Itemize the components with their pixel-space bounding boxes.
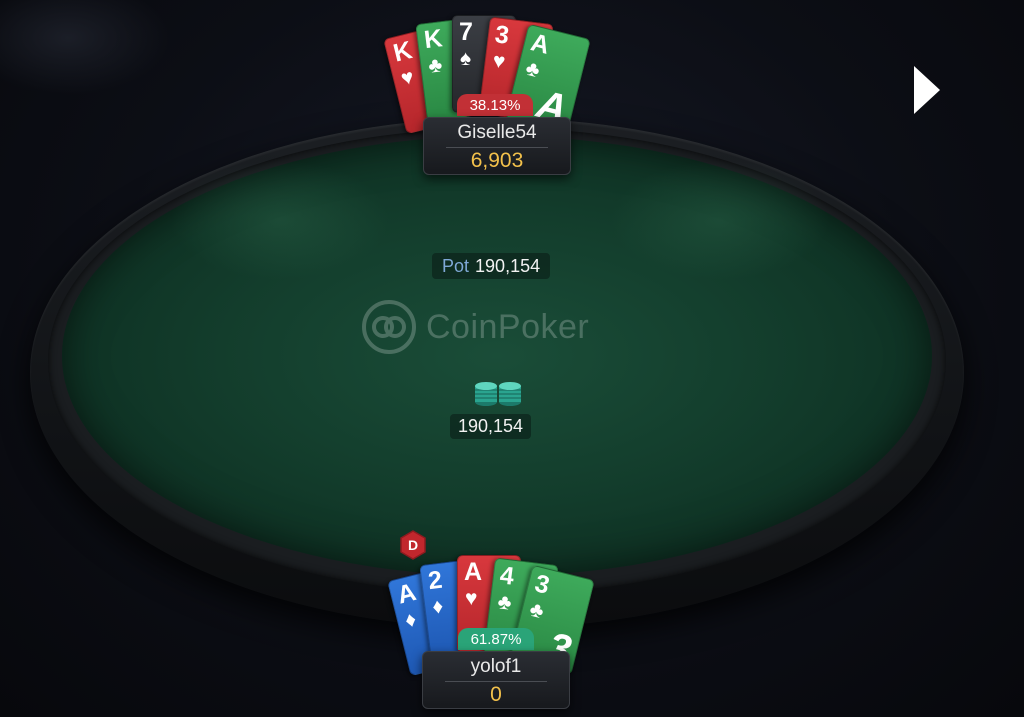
card-rank: 7 (459, 18, 473, 46)
bottom-player-nameplate[interactable]: yolof1 0 (422, 651, 570, 709)
card-suit: ♦ (402, 607, 419, 633)
card-rank: A (528, 28, 553, 60)
top-equity-badge: 38.13% (457, 94, 533, 116)
coinpoker-logo-icon (362, 300, 416, 354)
pot-label: Pot (442, 255, 470, 276)
nameplate-divider (446, 147, 548, 148)
card-suit: ♥ (465, 587, 478, 610)
card-suit: ♣ (523, 56, 543, 83)
top-player-nameplate[interactable]: Giselle54 6,903 (423, 117, 571, 175)
nameplate-divider (445, 681, 547, 682)
player-name: yolof1 (470, 656, 522, 677)
card-rank: K (422, 24, 444, 55)
card-rank: K (390, 36, 415, 68)
background-room (0, 0, 170, 95)
card-rank: 3 (493, 20, 511, 50)
card-rank: 3 (532, 569, 553, 600)
pot-amount: 190,154 (475, 255, 541, 276)
pot-display: Pot 190,154 (432, 253, 551, 279)
dealer-button-icon: D (400, 530, 426, 560)
card-suit: ♦ (431, 594, 445, 619)
card-suit: ♥ (398, 65, 417, 91)
card-suit: ♣ (527, 597, 547, 624)
center-chips-amount: 190,154 (450, 414, 532, 439)
player-stack: 6,903 (470, 149, 524, 172)
card-suit: ♣ (427, 53, 444, 78)
play-icon[interactable] (912, 64, 942, 116)
dealer-label: D (408, 537, 418, 553)
card-rank: 2 (426, 565, 444, 596)
player-stack: 0 (490, 683, 502, 706)
card-rank: A (394, 578, 419, 610)
felt-light (170, 160, 390, 280)
chip-stack-icon (475, 382, 521, 406)
card-suit: ♥ (491, 49, 507, 74)
player-name: Giselle54 (457, 122, 537, 143)
card-suit: ♣ (496, 590, 513, 615)
card-rank: 4 (498, 561, 516, 591)
felt-light (610, 160, 830, 280)
card-suit: ♠ (460, 47, 472, 70)
coinpoker-logo: CoinPoker (362, 300, 589, 354)
logo-text: CoinPoker (426, 307, 590, 346)
bottom-equity-badge: 61.87% (458, 628, 534, 650)
card-rank: A (464, 558, 483, 586)
